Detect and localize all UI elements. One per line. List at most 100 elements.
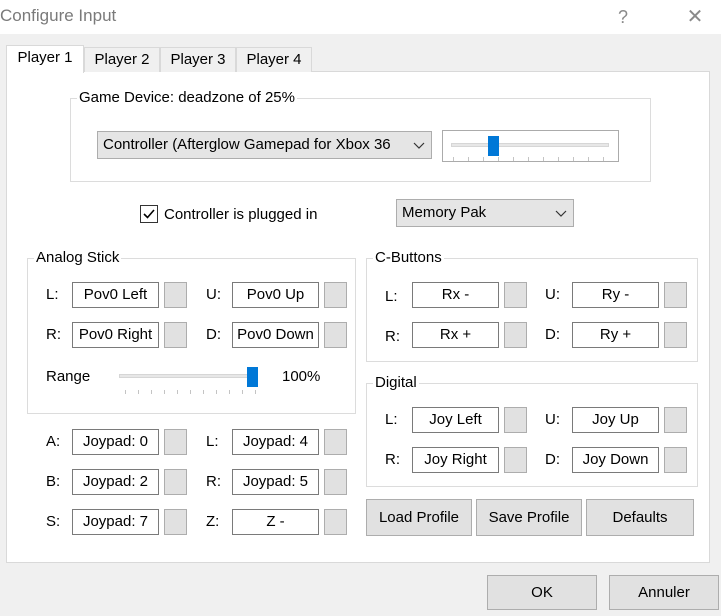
slider-tick [216,390,217,394]
slider-tick [164,390,165,394]
button-a-swatch[interactable] [164,429,187,455]
analog-stick-legend: Analog Stick [34,249,122,267]
tab-player-3[interactable]: Player 3 [160,47,236,72]
tab-player-2[interactable]: Player 2 [84,47,160,72]
c-left-field[interactable]: Rx - [412,282,499,308]
slider-tick [588,157,589,161]
save-profile-button[interactable]: Save Profile [476,499,582,536]
pak-value: Memory Pak [402,204,487,221]
c-up-label: U: [545,286,560,303]
slider-tick [453,157,454,161]
digital-left-swatch[interactable] [504,407,527,433]
button-a-field[interactable]: Joypad: 0 [72,429,159,455]
button-s-field[interactable]: Joypad: 7 [72,509,159,535]
digital-up-swatch[interactable] [664,407,687,433]
ok-button[interactable]: OK [487,575,597,610]
slider-tick [558,157,559,161]
cancel-button[interactable]: Annuler [609,575,719,610]
slider-tick [151,390,152,394]
c-down-swatch[interactable] [664,322,687,348]
range-slider[interactable] [117,364,262,396]
analog-up-field[interactable]: Pov0 Up [232,282,319,308]
c-down-label: D: [545,326,560,343]
button-r-swatch[interactable] [324,469,347,495]
button-z-swatch[interactable] [324,509,347,535]
deadzone-slider-thumb[interactable] [488,136,499,156]
analog-up-label: U: [206,286,221,303]
game-device-select[interactable]: Controller (Afterglow Gamepad for Xbox 3… [97,131,432,159]
button-z-label: Z: [206,513,220,530]
slider-tick [528,157,529,161]
digital-up-field[interactable]: Joy Up [572,407,659,433]
slider-tick [483,157,484,161]
digital-down-swatch[interactable] [664,447,687,473]
slider-tick [603,157,604,161]
analog-left-swatch[interactable] [164,282,187,308]
close-button[interactable]: ✕ [678,4,712,30]
chevron-down-icon [413,142,425,149]
slider-tick [255,390,256,394]
deadzone-slider[interactable] [442,130,619,162]
digital-right-swatch[interactable] [504,447,527,473]
analog-down-swatch[interactable] [324,322,347,348]
analog-left-field[interactable]: Pov0 Left [72,282,159,308]
digital-legend: Digital [373,374,419,392]
range-value: 100% [282,368,321,385]
c-right-field[interactable]: Rx + [412,322,499,348]
slider-tick [543,157,544,161]
slider-tick [190,390,191,394]
slider-tick [513,157,514,161]
slider-tick [498,157,499,161]
chevron-down-icon [555,210,567,217]
digital-down-field[interactable]: Joy Down [572,447,659,473]
tab-player-4[interactable]: Player 4 [236,47,312,72]
button-l-field[interactable]: Joypad: 4 [232,429,319,455]
digital-right-label: R: [385,451,400,468]
range-label: Range [46,368,91,385]
slider-tick [177,390,178,394]
plugged-in-checkbox[interactable] [140,205,158,223]
button-b-swatch[interactable] [164,469,187,495]
button-r-label: R: [206,473,221,490]
help-button[interactable]: ? [608,4,638,30]
analog-down-field[interactable]: Pov0 Down [232,322,319,348]
button-b-label: B: [46,473,61,490]
c-right-label: R: [385,328,400,345]
digital-left-label: L: [385,411,398,428]
c-left-swatch[interactable] [504,282,527,308]
button-s-label: S: [46,513,61,530]
range-slider-thumb[interactable] [247,367,258,387]
analog-right-field[interactable]: Pov0 Right [72,322,159,348]
c-up-swatch[interactable] [664,282,687,308]
slider-tick [138,390,139,394]
load-profile-button[interactable]: Load Profile [366,499,472,536]
tab-player-1[interactable]: Player 1 [6,45,84,73]
slider-tick [125,390,126,394]
plugged-in-label: Controller is plugged in [164,206,318,223]
button-r-field[interactable]: Joypad: 5 [232,469,319,495]
button-a-label: A: [46,433,61,450]
digital-down-label: D: [545,451,560,468]
digital-up-label: U: [545,411,560,428]
analog-up-swatch[interactable] [324,282,347,308]
pak-select[interactable]: Memory Pak [396,199,574,227]
c-right-swatch[interactable] [504,322,527,348]
slider-tick [203,390,204,394]
c-down-field[interactable]: Ry + [572,322,659,348]
analog-right-swatch[interactable] [164,322,187,348]
button-b-field[interactable]: Joypad: 2 [72,469,159,495]
button-z-field[interactable]: Z - [232,509,319,535]
button-s-swatch[interactable] [164,509,187,535]
button-l-swatch[interactable] [324,429,347,455]
c-up-field[interactable]: Ry - [572,282,659,308]
game-device-value: Controller (Afterglow Gamepad for Xbox 3… [103,136,391,153]
digital-right-field[interactable]: Joy Right [412,447,499,473]
c-left-label: L: [385,288,398,305]
button-l-label: L: [206,433,219,450]
deadzone-slider-track [451,143,609,147]
slider-tick [573,157,574,161]
digital-left-field[interactable]: Joy Left [412,407,499,433]
defaults-button[interactable]: Defaults [586,499,694,536]
c-buttons-legend: C-Buttons [373,249,444,267]
slider-tick [229,390,230,394]
